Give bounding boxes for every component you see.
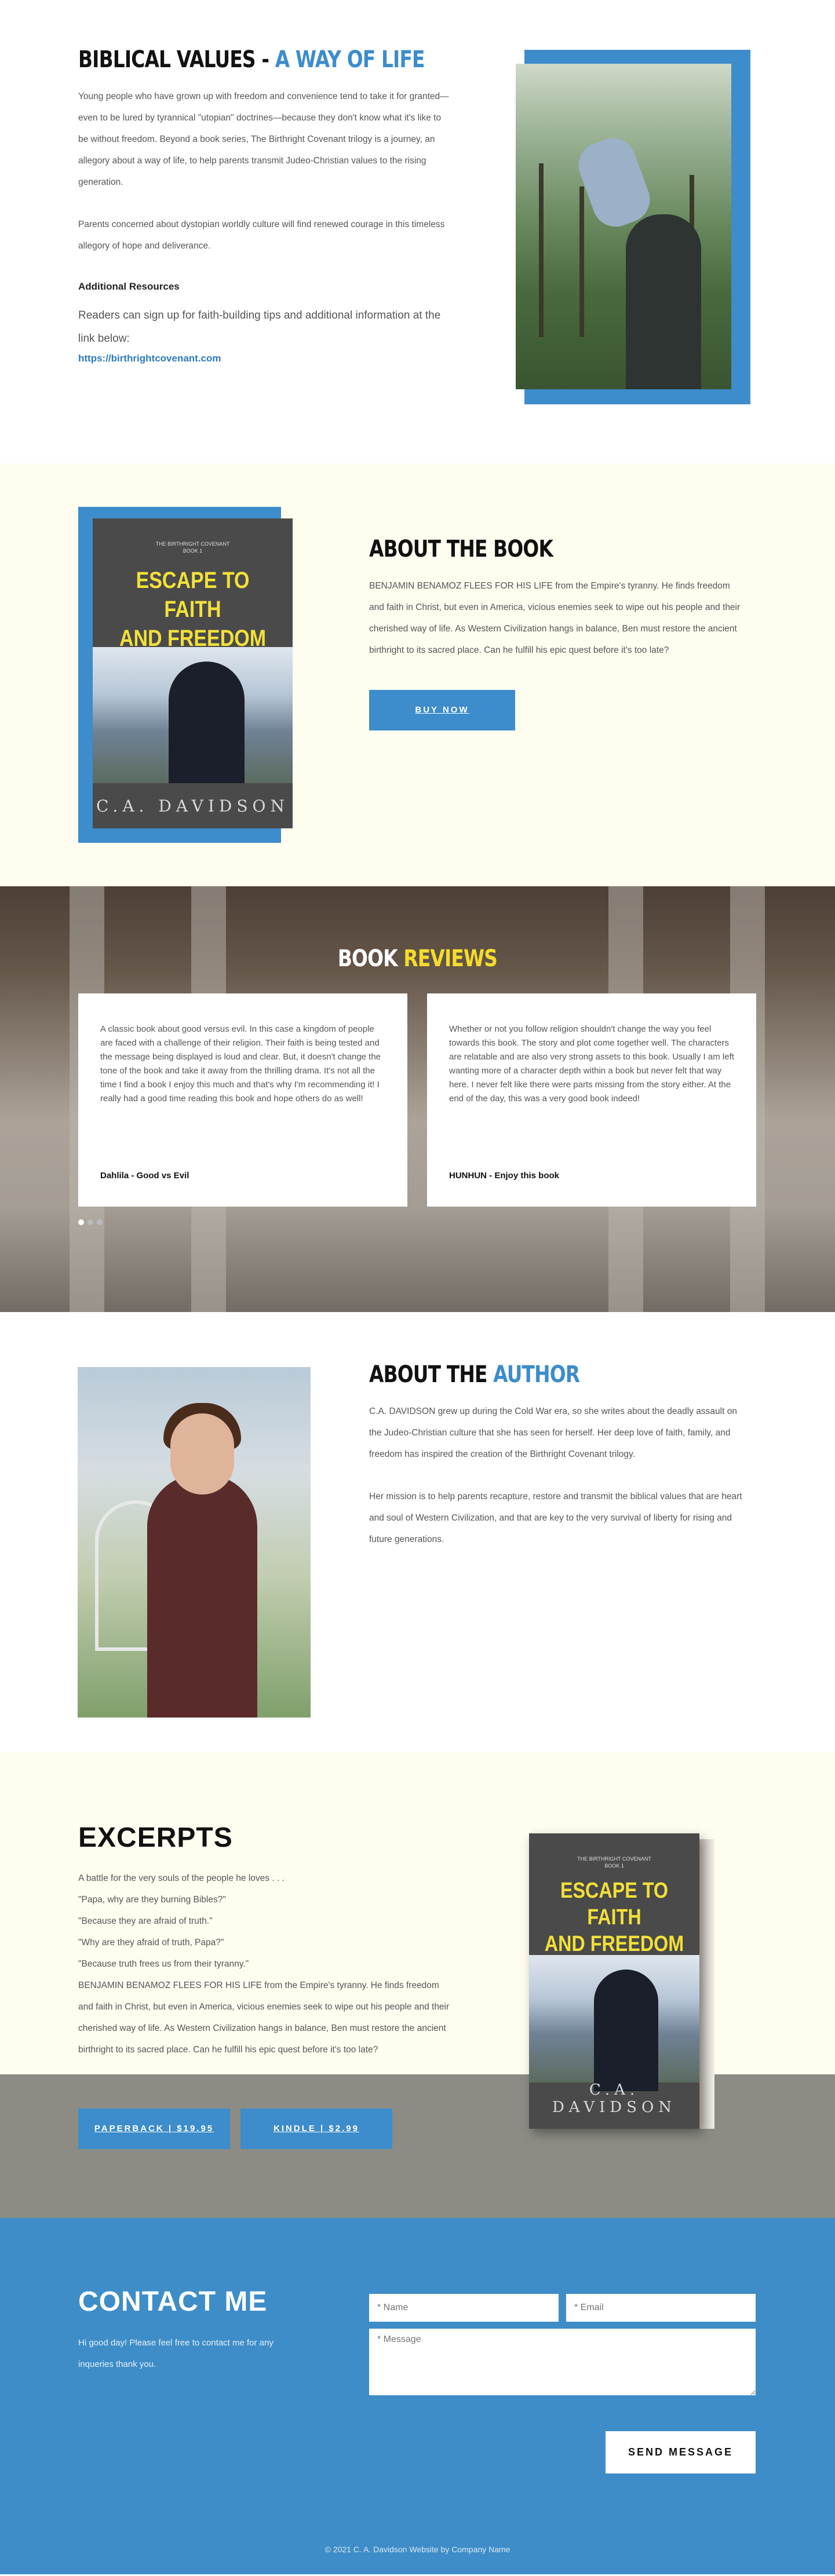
reviews-title: BOOK REVIEWS: [75, 945, 760, 972]
carousel-dot-1[interactable]: [78, 1219, 84, 1225]
cover-scene: [93, 647, 293, 783]
excerpt-line: BENJAMIN BENAMOZ FLEES FOR HIS LIFE from…: [78, 1981, 450, 2055]
carousel-dot-3[interactable]: [97, 1219, 103, 1225]
cover-title-line-1: ESCAPE TO FAITH: [136, 568, 250, 622]
carousel-dot-2[interactable]: [87, 1219, 93, 1225]
message-textarea[interactable]: [369, 2329, 756, 2395]
biblical-values-section: BIBLICAL VALUES - A WAY OF LIFE Young pe…: [0, 0, 835, 463]
contact-section: CONTACT ME Hi good day! Please feel free…: [0, 2218, 835, 2574]
cover-title: ESCAPE TO FAITH AND FREEDOM: [542, 1877, 687, 1957]
about-author-title-main: ABOUT THE: [369, 1361, 494, 1388]
additional-resources-heading: Additional Resources: [78, 281, 180, 292]
about-book-description: BENJAMIN BENAMOZ FLEES FOR HIS LIFE from…: [369, 581, 741, 655]
contact-title: CONTACT ME: [78, 2286, 268, 2317]
cover-title-line-2: AND FREEDOM: [544, 1932, 684, 1956]
values-paragraph-1: Young people who have grown up with free…: [78, 92, 449, 187]
cover-series: THE BIRTHRIGHT COVENANT BOOK 1: [93, 540, 293, 554]
excerpt-line: A battle for the very souls of the peopl…: [78, 1873, 285, 1883]
review-text: Whether or not you follow religion shoul…: [449, 1024, 734, 1104]
send-message-button[interactable]: SEND MESSAGE: [606, 2431, 756, 2473]
purchase-buttons: PAPERBACK | $19.95 KINDLE | $2.99: [78, 2109, 403, 2149]
cover-series-name: THE BIRTHRIGHT COVENANT: [577, 1856, 651, 1862]
values-title-accent: A WAY OF LIFE: [275, 46, 425, 73]
kindle-button[interactable]: KINDLE | $2.99: [240, 2109, 392, 2149]
contact-intro: Hi good day! Please feel free to contact…: [78, 2338, 274, 2369]
cover-title-line-1: ESCAPE TO FAITH: [560, 1879, 669, 1930]
cover-author: C.A. DAVIDSON: [96, 796, 289, 816]
values-content: BIBLICAL VALUES - A WAY OF LIFE Young pe…: [78, 46, 449, 364]
paperback-button[interactable]: PAPERBACK | $19.95: [78, 2109, 230, 2149]
cover-author: C.A. DAVIDSON: [552, 2081, 677, 2116]
about-author-title-accent: AUTHOR: [493, 1361, 580, 1388]
book-cover-image: THE BIRTHRIGHT COVENANT BOOK 1 ESCAPE TO …: [93, 518, 293, 828]
cover-title: ESCAPE TO FAITH AND FREEDOM: [108, 566, 278, 653]
review-text: A classic book about good versus evil. I…: [100, 1024, 381, 1104]
birthright-covenant-link[interactable]: https://birthrightcovenant.com: [78, 353, 221, 364]
signup-text: Readers can sign up for faith-building t…: [78, 309, 441, 345]
excerpt-line: "Because truth frees us from their tyran…: [78, 1959, 249, 1969]
book-3d-image: THE BIRTHRIGHT COVENANT BOOK 1 ESCAPE TO …: [529, 1833, 714, 2132]
book-reviews-section: BOOK REVIEWS A classic book about good v…: [0, 886, 835, 1312]
email-input[interactable]: [566, 2294, 756, 2322]
author-paragraph-1: C.A. DAVIDSON grew up during the Cold Wa…: [369, 1406, 737, 1459]
about-book-content: ABOUT THE BOOK BENJAMIN BENAMOZ FLEES FO…: [369, 536, 746, 730]
excerpts-content: EXCERPTS A battle for the very souls of …: [78, 1822, 455, 2060]
values-title: BIBLICAL VALUES - A WAY OF LIFE: [78, 46, 425, 73]
cover-series-name: THE BIRTHRIGHT COVENANT: [155, 541, 230, 547]
about-author-title: ABOUT THE AUTHOR: [369, 1361, 678, 1388]
cover-book-number: BOOK 1: [183, 548, 203, 554]
author-portrait: [78, 1367, 311, 1718]
about-author-section: ABOUT THE AUTHOR C.A. DAVIDSON grew up d…: [0, 1312, 835, 1752]
review-card: A classic book about good versus evil. I…: [78, 993, 407, 1207]
buy-now-button[interactable]: BUY NOW: [369, 690, 515, 730]
footer-copyright: © 2021 C. A. Davidson Website by Company…: [324, 2545, 511, 2554]
excerpts-title: EXCERPTS: [78, 1822, 233, 1853]
review-card: Whether or not you follow religion shoul…: [427, 993, 756, 1207]
name-input[interactable]: [369, 2294, 559, 2322]
reviews-title-main: BOOK: [337, 945, 404, 972]
values-title-main: BIBLICAL VALUES -: [78, 46, 275, 73]
review-author: Dahlila - Good vs Evil: [100, 1171, 189, 1181]
excerpt-line: "Because they are afraid of truth.": [78, 1916, 213, 1926]
cover-book-number: BOOK 1: [604, 1863, 624, 1869]
about-book-section: THE BIRTHRIGHT COVENANT BOOK 1 ESCAPE TO …: [0, 463, 835, 886]
about-author-content: ABOUT THE AUTHOR C.A. DAVIDSON grew up d…: [369, 1361, 746, 1550]
carousel-dots: [78, 1218, 106, 1228]
author-paragraph-2: Her mission is to help parents recapture…: [369, 1492, 742, 1544]
review-author: HUNHUN - Enjoy this book: [449, 1171, 559, 1181]
father-child-photo: [516, 64, 731, 389]
about-book-title: ABOUT THE BOOK: [369, 536, 553, 562]
values-paragraph-2: Parents concerned about dystopian worldl…: [78, 220, 445, 251]
excerpts-section: EXCERPTS A battle for the very souls of …: [0, 1752, 835, 2218]
excerpt-line: "Papa, why are they burning Bibles?": [78, 1895, 226, 1905]
reviews-title-accent: REVIEWS: [403, 945, 498, 972]
excerpt-line: "Why are they afraid of truth, Papa?": [78, 1938, 224, 1947]
cover-series: THE BIRTHRIGHT COVENANT BOOK 1: [529, 1855, 699, 1869]
excerpt-lines: A battle for the very souls of the peopl…: [78, 1868, 455, 2060]
